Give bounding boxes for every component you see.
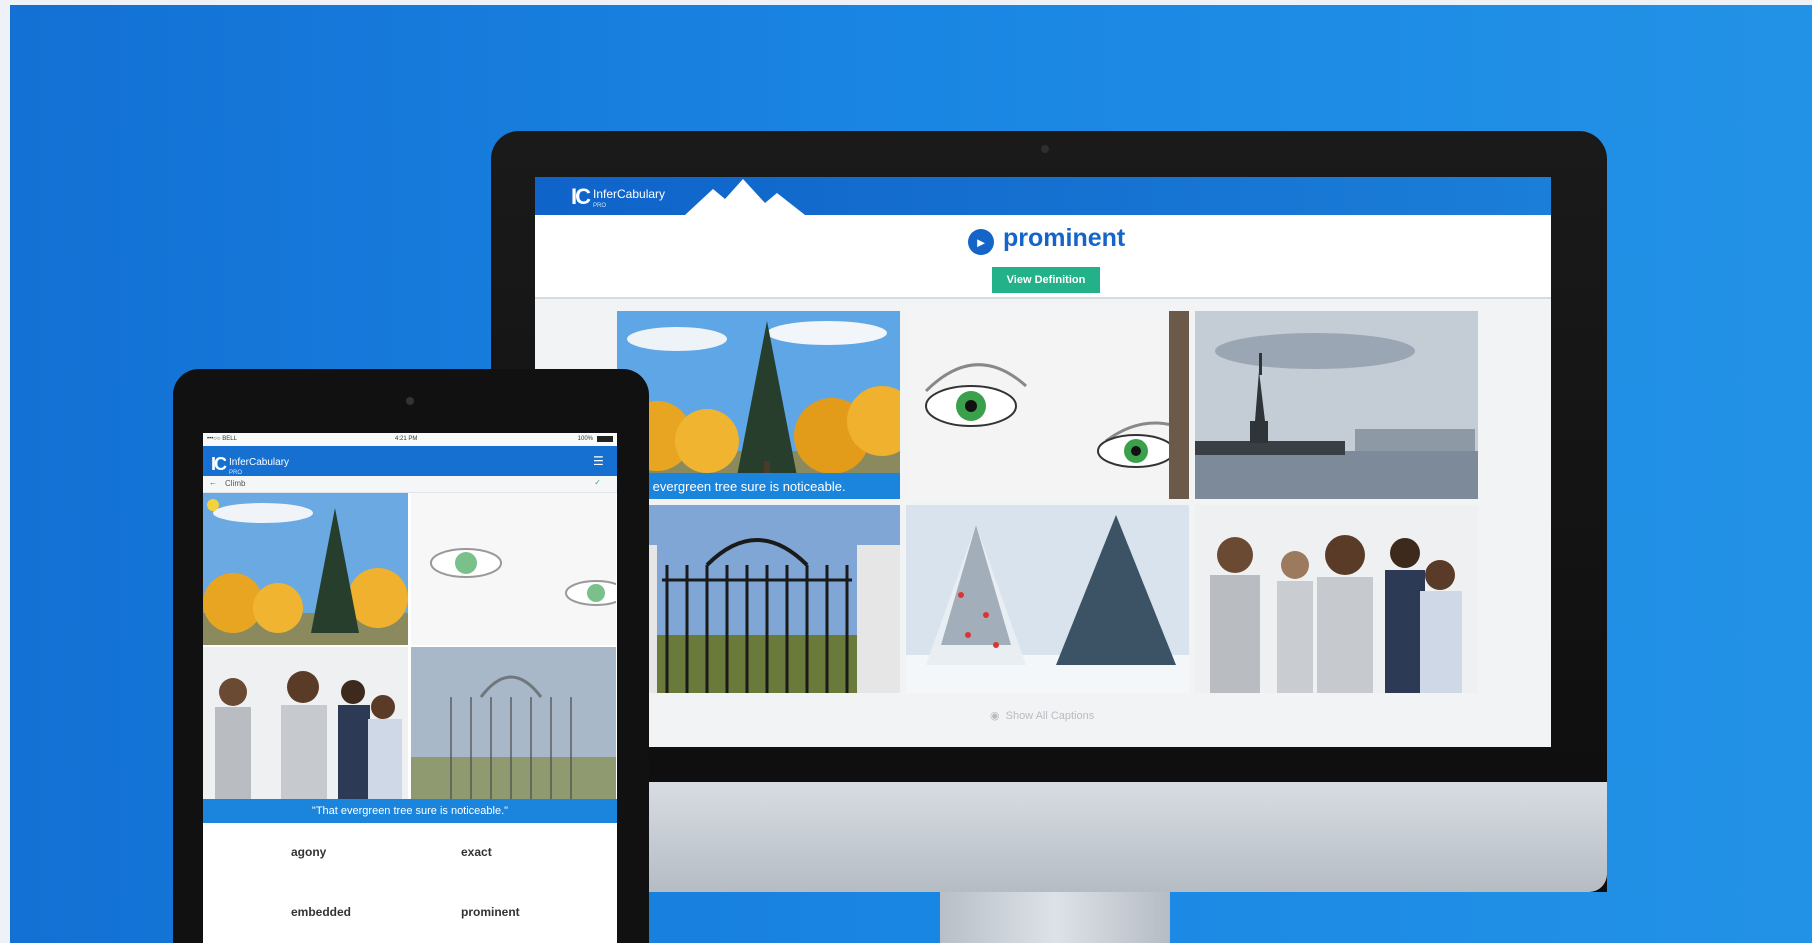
image-tile-snow-tree[interactable] bbox=[906, 505, 1189, 693]
app-logo[interactable]: IC InferCabulary PRO bbox=[571, 184, 666, 210]
mountain-icon bbox=[685, 179, 805, 215]
tablet-caption: "That evergreen tree sure is noticeable.… bbox=[203, 799, 617, 823]
eyes-image bbox=[906, 311, 1189, 499]
desktop-monitor: IC InferCabulary PRO ► prominent View De… bbox=[491, 131, 1607, 892]
tablet-device: •••○○ BELL 4:21 PM 100% IC InferCabulary… bbox=[173, 369, 649, 943]
tablet-tile-evergreen[interactable] bbox=[203, 493, 408, 645]
hamburger-menu-icon[interactable]: ☰ bbox=[593, 455, 607, 467]
image-tile-eyes[interactable] bbox=[906, 311, 1189, 499]
tablet-app-logo[interactable]: IC InferCabulary PRO bbox=[211, 452, 289, 476]
show-all-captions[interactable]: ◉ Show All Captions bbox=[990, 709, 1095, 723]
image-tile-business-people[interactable] bbox=[1195, 505, 1478, 693]
tablet-logo-mark: IC bbox=[211, 454, 227, 474]
choice-agony[interactable]: agony bbox=[291, 845, 326, 859]
choice-exact[interactable]: exact bbox=[461, 845, 492, 859]
logo-badge: PRO bbox=[593, 203, 607, 209]
eye-icon: ◉ bbox=[990, 710, 1000, 722]
tablet-tile-eyes[interactable] bbox=[411, 493, 616, 645]
show-captions-label: Show All Captions bbox=[1005, 709, 1095, 722]
logo-mark: IC bbox=[571, 184, 591, 209]
tablet-app-header: IC InferCabulary PRO ☰ bbox=[203, 446, 617, 476]
subheader-label: Climb bbox=[225, 479, 246, 488]
vocabulary-word: prominent bbox=[1003, 224, 1126, 252]
evergreen-image bbox=[617, 311, 900, 499]
monitor-stand bbox=[940, 892, 1170, 943]
monitor-camera bbox=[1041, 145, 1049, 153]
view-definition-button[interactable]: View Definition bbox=[992, 267, 1100, 293]
tablet-logo-name: InferCabulary bbox=[229, 457, 290, 468]
tablet-tile-business-people[interactable] bbox=[203, 647, 408, 799]
logo-name: InferCabulary bbox=[593, 187, 666, 201]
choice-prominent[interactable]: prominent bbox=[461, 905, 520, 919]
status-bar: •••○○ BELL 4:21 PM 100% bbox=[203, 433, 617, 446]
tablet-evergreen-image bbox=[203, 493, 408, 645]
tablet-camera bbox=[406, 397, 414, 405]
status-time: 4:21 PM bbox=[395, 436, 418, 442]
image-tile-statue[interactable] bbox=[1195, 311, 1478, 499]
statue-image bbox=[1195, 311, 1478, 499]
choice-embedded[interactable]: embedded bbox=[291, 905, 351, 919]
tablet-subheader: ← Climb ✓ bbox=[203, 476, 617, 493]
image-tile-evergreen[interactable]: That evergreen tree sure is noticeable. bbox=[617, 311, 900, 499]
word-title-area: ► prominent View Definition bbox=[535, 215, 1551, 299]
back-arrow-icon[interactable]: ← bbox=[209, 478, 217, 487]
status-battery: 100% bbox=[577, 436, 593, 442]
business-people-image bbox=[1195, 505, 1478, 693]
monitor-chin bbox=[491, 782, 1607, 892]
background-stage: IC InferCabulary PRO ► prominent View De… bbox=[10, 5, 1812, 943]
tile-caption: That evergreen tree sure is noticeable. bbox=[617, 473, 900, 499]
gate-image bbox=[617, 505, 900, 693]
snow-tree-image bbox=[906, 505, 1189, 693]
desktop-app-header: IC InferCabulary PRO bbox=[535, 177, 1551, 215]
tablet-screen: •••○○ BELL 4:21 PM 100% IC InferCabulary… bbox=[203, 433, 617, 943]
image-tile-gate[interactable] bbox=[617, 505, 900, 693]
check-icon[interactable]: ✓ bbox=[594, 478, 601, 487]
speaker-icon[interactable]: ► bbox=[968, 229, 994, 255]
battery-icon bbox=[597, 436, 613, 442]
tablet-eyes-image bbox=[411, 493, 616, 645]
status-carrier: •••○○ BELL bbox=[207, 436, 237, 442]
image-grid: That evergreen tree sure is noticeable. bbox=[617, 311, 1478, 693]
tablet-tile-gate[interactable] bbox=[411, 647, 616, 799]
tablet-business-people-image bbox=[203, 647, 408, 799]
desktop-screen: IC InferCabulary PRO ► prominent View De… bbox=[535, 177, 1551, 747]
tablet-gate-image bbox=[411, 647, 616, 799]
